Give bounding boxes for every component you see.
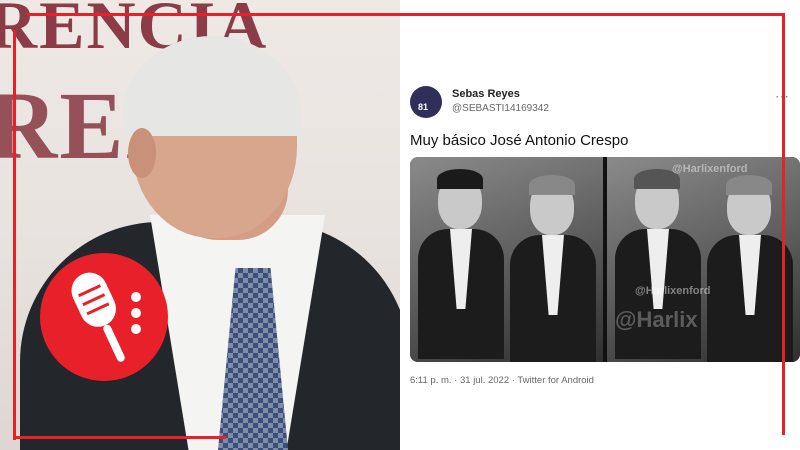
avatar-label: 81 [418, 102, 429, 112]
tweet-media[interactable]: @Harlixenford @Harlixenford @Harlix [410, 157, 800, 362]
microphone-badge [40, 253, 168, 381]
microphone-icon [71, 272, 141, 362]
display-name[interactable]: Sebas Reyes [452, 88, 520, 100]
ear [128, 128, 156, 178]
frame-border-top [27, 13, 784, 16]
media-photo-left [410, 157, 603, 362]
frame-border-right [782, 13, 785, 435]
media-watermark: @Harlixenford [672, 163, 748, 175]
avatar[interactable]: 81 [410, 86, 442, 118]
frame-border-bottom [13, 436, 226, 439]
tweet-card: 81 Sebas Reyes @SEBASTI14169342 ⋯ Muy bá… [400, 0, 800, 450]
left-photo-panel: RENCIA RENA [0, 0, 400, 450]
frame-border-left [13, 30, 16, 440]
media-watermark: @Harlixenford [635, 285, 711, 297]
tweet-timestamp[interactable]: 6:11 p. m. · 31 jul. 2022 · Twitter for … [410, 375, 594, 386]
media-watermark: @Harlix [615, 307, 698, 332]
tweet-text: Muy básico José Antonio Crespo [410, 132, 629, 149]
user-handle[interactable]: @SEBASTI14169342 [452, 103, 549, 114]
